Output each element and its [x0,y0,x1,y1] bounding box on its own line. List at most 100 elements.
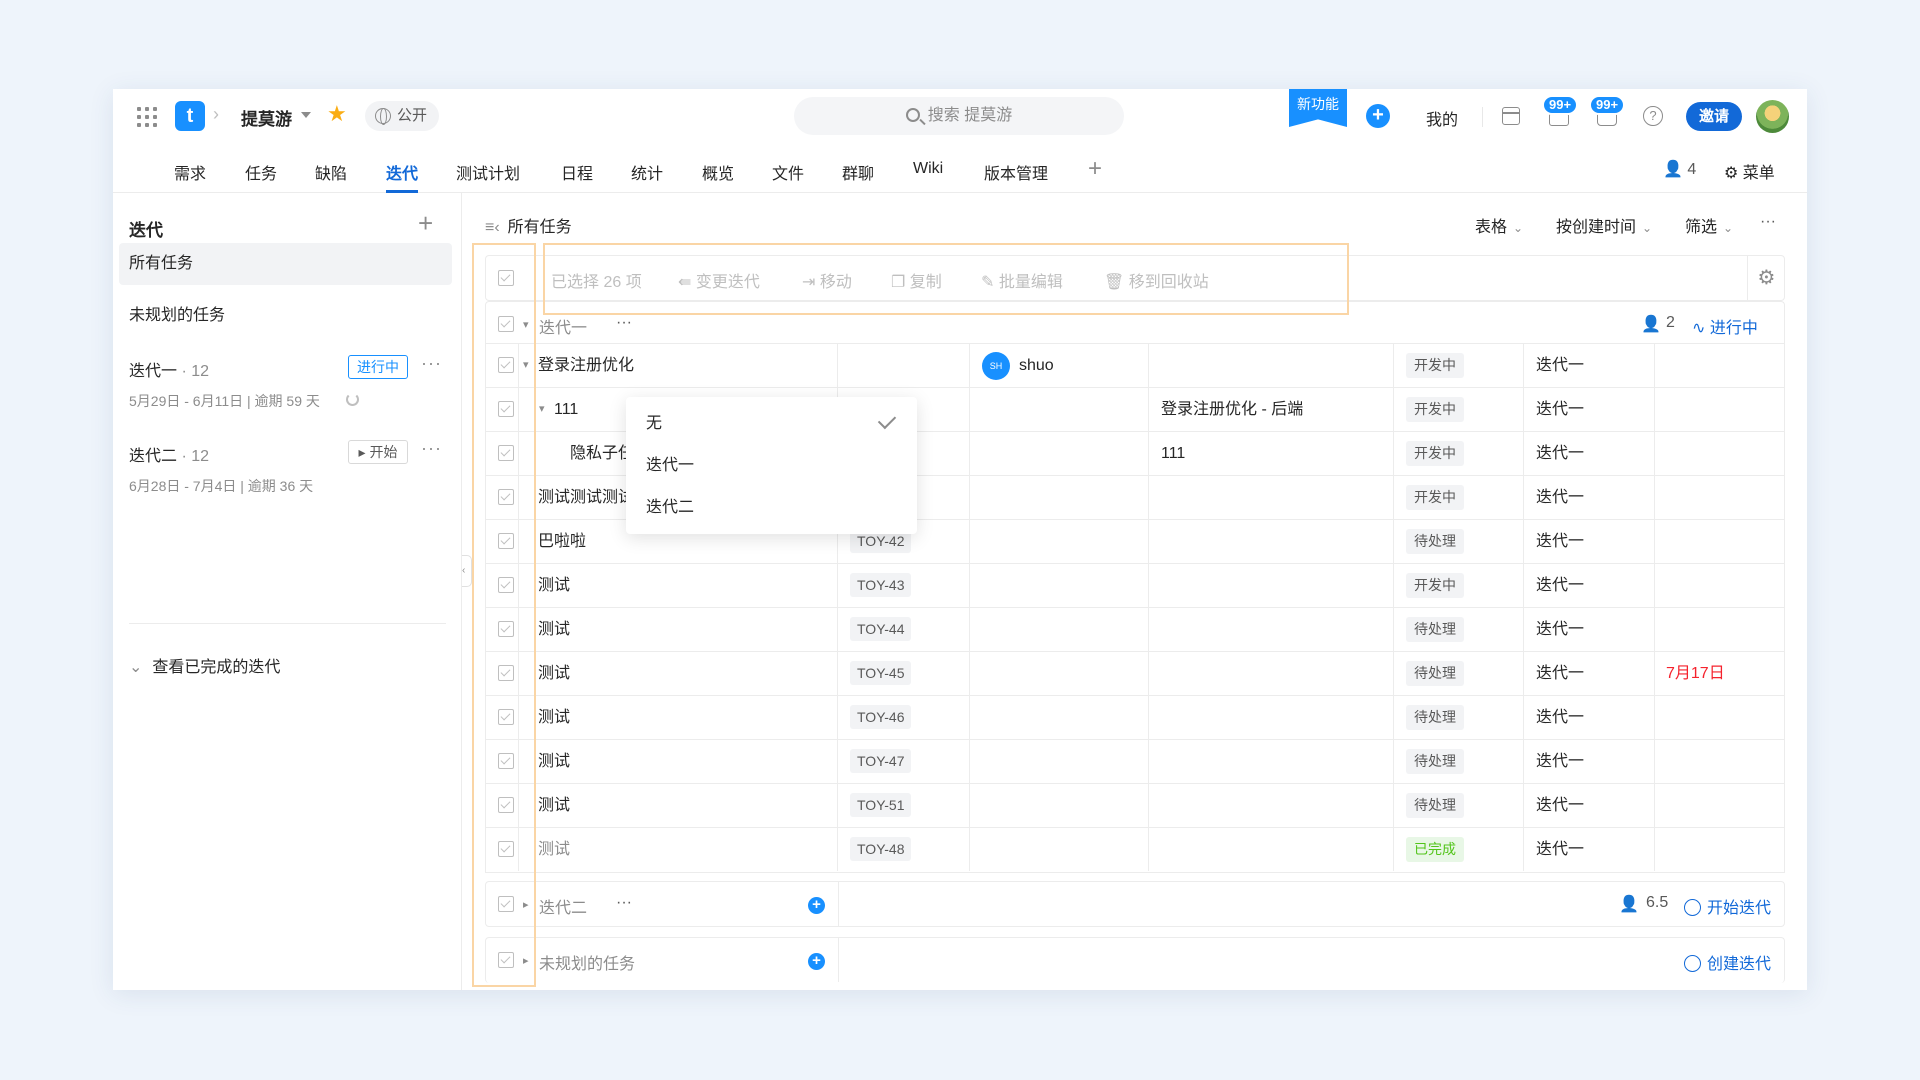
task-title[interactable]: 测试 [538,784,570,827]
status-cell[interactable]: 待处理 [1406,784,1464,827]
tab-versions[interactable]: 版本管理 [984,160,1048,184]
add-task-icon[interactable]: + [808,897,825,914]
visibility-pill[interactable]: 公开 [365,101,440,131]
collapse-sidebar-icon[interactable]: ≡‹ [485,219,500,236]
table-row[interactable]: 测试 TOY-47 待处理 迭代一 [486,739,1784,783]
tab-stats[interactable]: 统计 [631,160,663,184]
table-row[interactable]: 测试 TOY-45 待处理 迭代一 7月17日 [486,651,1784,695]
iteration-cell[interactable]: 迭代一 [1536,432,1584,475]
more-icon[interactable]: ··· [1760,213,1776,231]
dropdown-option-iteration-2[interactable]: 迭代二 [646,493,694,517]
create-iteration-link[interactable]: 创建迭代 [1684,950,1771,974]
status-cell[interactable]: 开发中 [1406,388,1464,431]
table-row[interactable]: 测试 TOY-46 待处理 迭代一 [486,695,1784,739]
new-feature-ribbon[interactable]: 新功能 [1289,89,1347,127]
task-title[interactable]: 111 [554,388,578,431]
help-icon[interactable]: ? [1643,106,1663,126]
calendar-icon[interactable] [1502,107,1520,125]
status-cell[interactable]: 开发中 [1406,344,1464,387]
tab-iterations[interactable]: 迭代 [386,160,419,193]
table-row[interactable]: 测试 TOY-48 已完成 迭代一 [486,827,1784,871]
view-completed-link[interactable]: ⌄ 查看已完成的迭代 [129,653,280,677]
iteration-cell[interactable]: 迭代一 [1536,652,1584,695]
tab-schedule[interactable]: 日程 [561,160,593,184]
members-count[interactable]: 👤 4 [1663,159,1696,179]
gear-icon[interactable]: ⚙ [1747,256,1785,300]
tab-requirements[interactable]: 需求 [174,160,206,184]
tab-group-chat[interactable]: 群聊 [842,160,874,184]
task-title[interactable]: 测试 [538,652,570,695]
sidebar-iteration-1[interactable]: 迭代一 · 12 [129,357,209,381]
menu-button[interactable]: ⚙ 菜单 [1724,159,1775,183]
task-title[interactable]: 测试测试测试 [538,476,634,519]
iteration-cell[interactable]: 迭代一 [1536,740,1584,783]
status-cell[interactable]: 待处理 [1406,608,1464,651]
parent-task[interactable]: 登录注册优化 - 后端 [1161,388,1303,431]
start-iteration-button[interactable]: ▸ 开始 [348,440,408,464]
project-name[interactable]: 提莫游 [241,105,292,130]
status-cell[interactable]: 待处理 [1406,652,1464,695]
assignee-cell[interactable]: SH shuo [982,344,1054,387]
user-avatar[interactable] [1756,100,1789,133]
add-task-icon[interactable]: + [808,953,825,970]
table-row[interactable]: 测试 TOY-44 待处理 迭代一 [486,607,1784,651]
project-logo[interactable]: t [175,101,205,131]
iteration-cell[interactable]: 迭代一 [1536,608,1584,651]
task-title[interactable]: 测试 [538,608,570,651]
dropdown-option-none[interactable]: 无 [646,409,662,433]
more-icon[interactable]: ··· [421,353,442,374]
tab-tasks[interactable]: 任务 [245,160,277,184]
app-grid-icon[interactable] [136,106,158,128]
task-title[interactable]: 测试 [538,564,570,607]
iteration-cell[interactable]: 迭代一 [1536,696,1584,739]
status-cell[interactable]: 已完成 [1406,828,1464,871]
expand-arrow-icon[interactable]: ▾ [539,388,545,431]
task-title[interactable]: 巴啦啦 [538,520,586,563]
sidebar-iteration-2[interactable]: 迭代二 · 12 [129,442,209,466]
iteration-cell[interactable]: 迭代一 [1536,520,1584,563]
status-cell[interactable]: 待处理 [1406,740,1464,783]
mine-link[interactable]: 我的 [1426,106,1458,130]
more-icon[interactable]: ··· [616,314,632,332]
more-icon[interactable]: ··· [616,894,632,912]
tab-overview[interactable]: 概览 [702,160,734,184]
search-bar[interactable]: 搜索 提莫游 [794,97,1124,135]
status-cell[interactable]: 开发中 [1406,476,1464,519]
add-iteration-icon[interactable]: + [418,208,433,239]
iteration-cell[interactable]: 迭代一 [1536,388,1584,431]
iteration-cell[interactable]: 迭代一 [1536,344,1584,387]
tab-test-plan[interactable]: 测试计划 [456,160,520,184]
task-title[interactable]: 测试 [538,696,570,739]
sidebar-item-unplanned[interactable]: 未规划的任务 [119,295,452,337]
tab-bugs[interactable]: 缺陷 [315,160,347,184]
iteration-cell[interactable]: 迭代一 [1536,476,1584,519]
iteration-cell[interactable]: 迭代一 [1536,784,1584,827]
parent-task[interactable]: 111 [1161,432,1185,475]
table-row[interactable]: 测试 TOY-43 开发中 迭代一 [486,563,1784,607]
view-selector[interactable]: 表格 ⌄ [1475,213,1523,237]
status-cell[interactable]: 开发中 [1406,432,1464,475]
tab-wiki[interactable]: Wiki [913,160,943,178]
invite-button[interactable]: 邀请 [1686,102,1742,131]
task-title[interactable]: 测试 [538,828,570,871]
star-icon[interactable]: ★ [327,101,347,127]
sidebar-item-all-tasks[interactable]: 所有任务 [119,243,452,285]
tab-files[interactable]: 文件 [772,160,804,184]
sort-selector[interactable]: 按创建时间 ⌄ [1556,213,1652,237]
more-icon[interactable]: ··· [421,438,442,459]
create-icon[interactable]: + [1366,104,1390,128]
task-title[interactable]: 测试 [538,740,570,783]
collapse-handle[interactable]: ‹ [462,555,472,587]
iteration-status-link[interactable]: ∿ 进行中 [1692,314,1758,338]
status-cell[interactable]: 开发中 [1406,564,1464,607]
table-row[interactable]: ▾ 登录注册优化 SH shuo 开发中 迭代一 [486,343,1784,387]
due-date[interactable]: 7月17日 [1666,652,1725,695]
iteration-cell[interactable]: 迭代一 [1536,828,1584,871]
iteration-cell[interactable]: 迭代一 [1536,564,1584,607]
start-iteration-link[interactable]: 开始迭代 [1684,894,1771,918]
add-tab-icon[interactable]: + [1088,155,1102,183]
table-row[interactable]: 测试 TOY-51 待处理 迭代一 [486,783,1784,827]
status-cell[interactable]: 待处理 [1406,520,1464,563]
task-title[interactable]: 登录注册优化 [538,344,634,387]
project-dropdown-icon[interactable] [301,112,311,118]
